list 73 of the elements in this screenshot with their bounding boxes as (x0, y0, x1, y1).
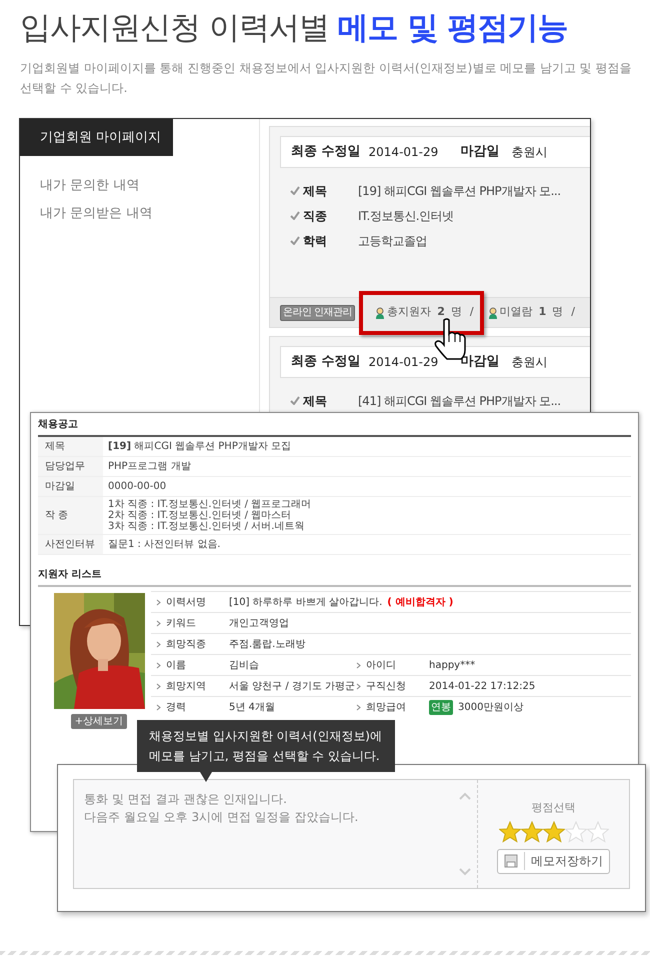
sidebar-link[interactable]: 내가 문의받은 내역 (40, 200, 259, 228)
info-label: 구직신청 (366, 680, 407, 694)
info-value: happy*** (429, 658, 476, 672)
chevron-icon (156, 682, 161, 690)
applicant-stat[interactable]: 총지원자 2 명 / (359, 290, 484, 334)
table-cell-text: 1차 직종 : IT.정보통신.인터넷 / 웹프로그래머 2차 직종 : IT.정보통신.인터넷 / 웹마스터 3차 직종 : IT.정보통신.인터넷 / 서버.네트웍 (107, 498, 312, 534)
chevron-icon (356, 662, 361, 668)
header-value: 2014-01-29 (368, 354, 438, 371)
field-label: 직종 (303, 208, 328, 224)
field-value: [19] 해피CGI 웹솔루션 PHP개발자 모... (358, 182, 561, 200)
table-label: 제목 (38, 437, 103, 456)
header-label: 마감일 (460, 353, 500, 372)
field-label: 제목 (303, 182, 328, 200)
info-value: 5년 4개월 (229, 700, 275, 714)
info-label: 아이디 (366, 658, 397, 672)
tooltip: 채용정보별 입사지원한 이력서(인재정보)에 메모를 남기고, 평점을 선택할 수 있습니다. (137, 720, 395, 772)
info-label: 희망급여 (366, 700, 407, 714)
mypage-tab[interactable]: 기업회원 마이페이지 (20, 119, 173, 156)
field-value: IT.정보통신.인터넷 (358, 208, 454, 224)
chevron-icon (356, 704, 361, 710)
table-cell-text: PHP프로그램 개발 (107, 460, 191, 474)
header-label: 최종 수정일 (291, 353, 361, 372)
header-value: 충원시 (511, 354, 548, 371)
check-icon (290, 211, 300, 220)
info-label: 키워드 (166, 616, 197, 630)
chevron-icon (156, 598, 161, 606)
field-value: [41] 해피CGI 웹솔루션 PHP개발자 모... (358, 392, 561, 410)
chevron-icon (156, 704, 161, 710)
info-value: 2014-01-22 17:12:25 (429, 680, 536, 694)
header-value: 2014-01-29 (368, 144, 438, 161)
table-label: 마감일 (38, 477, 103, 496)
info-label: 이름 (166, 658, 187, 672)
header-value: 충원시 (511, 144, 548, 161)
page-title: 입사지원신청 이력서별 메모 및 평점기능 (20, 9, 568, 48)
field-label: 제목 (303, 392, 328, 410)
salary-badge: 연봉 (429, 700, 453, 714)
applicant-stat[interactable]: 미열람 1 명 / (484, 304, 577, 321)
check-icon (290, 236, 300, 245)
status-badge: 온라인 인재관리 (280, 304, 356, 320)
info-value: 주점.룸랍.노래방 (229, 638, 306, 652)
check-icon (290, 396, 300, 405)
chevron-icon (156, 640, 161, 648)
table-cell-text: 질문1 : 사전인터뷰 없음. (107, 538, 220, 552)
table-cell-text: [19] 해피CGI 웹솔루션 PHP개발자 모집 (107, 440, 292, 454)
info-value: 서울 양천구 / 경기도 가평군 (229, 680, 356, 694)
field-value: 고등학교졸업 (358, 232, 427, 250)
intro-text: 기업회원별 마이페이지를 통해 진행중인 채용정보에서 입사지원한 이력서(인재정보)별로 메모를 남기고 및 평점을 선택할 수 있습니다. (20, 60, 633, 97)
table-cell-text: 0000-00-00 (107, 480, 166, 494)
info-value: [10] 하루하루 바쁘게 살아갑니다. (229, 596, 382, 610)
status-tag: ( 예비합격자 ) (387, 594, 454, 610)
sidebar-link[interactable]: 내가 문의한 내역 (40, 172, 259, 200)
chevron-icon (156, 620, 161, 626)
info-label: 이력서명 (166, 596, 207, 610)
field-label: 학력 (303, 232, 328, 250)
info-value: 3000만원이상 (458, 700, 524, 714)
check-icon (290, 186, 300, 195)
person-icon (375, 306, 386, 318)
header-label: 최종 수정일 (291, 143, 361, 162)
table-label: 담당업무 (38, 457, 103, 476)
info-label: 희망직종 (166, 638, 207, 652)
detail-button[interactable]: +상세보기 (70, 714, 128, 729)
chevron-icon (356, 682, 361, 690)
info-label: 경력 (166, 700, 187, 714)
info-value: 개인고객영업 (229, 616, 289, 630)
chevron-icon (156, 662, 161, 668)
section-title: 지원자 리스트 (38, 568, 102, 582)
info-label: 희망지역 (166, 680, 207, 694)
info-value: 김비습 (229, 658, 259, 672)
section-title: 채용공고 (38, 418, 79, 432)
person-icon (488, 306, 498, 318)
header-label: 마감일 (460, 143, 500, 162)
table-label: 사전인터뷰 (38, 535, 103, 554)
table-label: 작 종 (38, 497, 103, 534)
